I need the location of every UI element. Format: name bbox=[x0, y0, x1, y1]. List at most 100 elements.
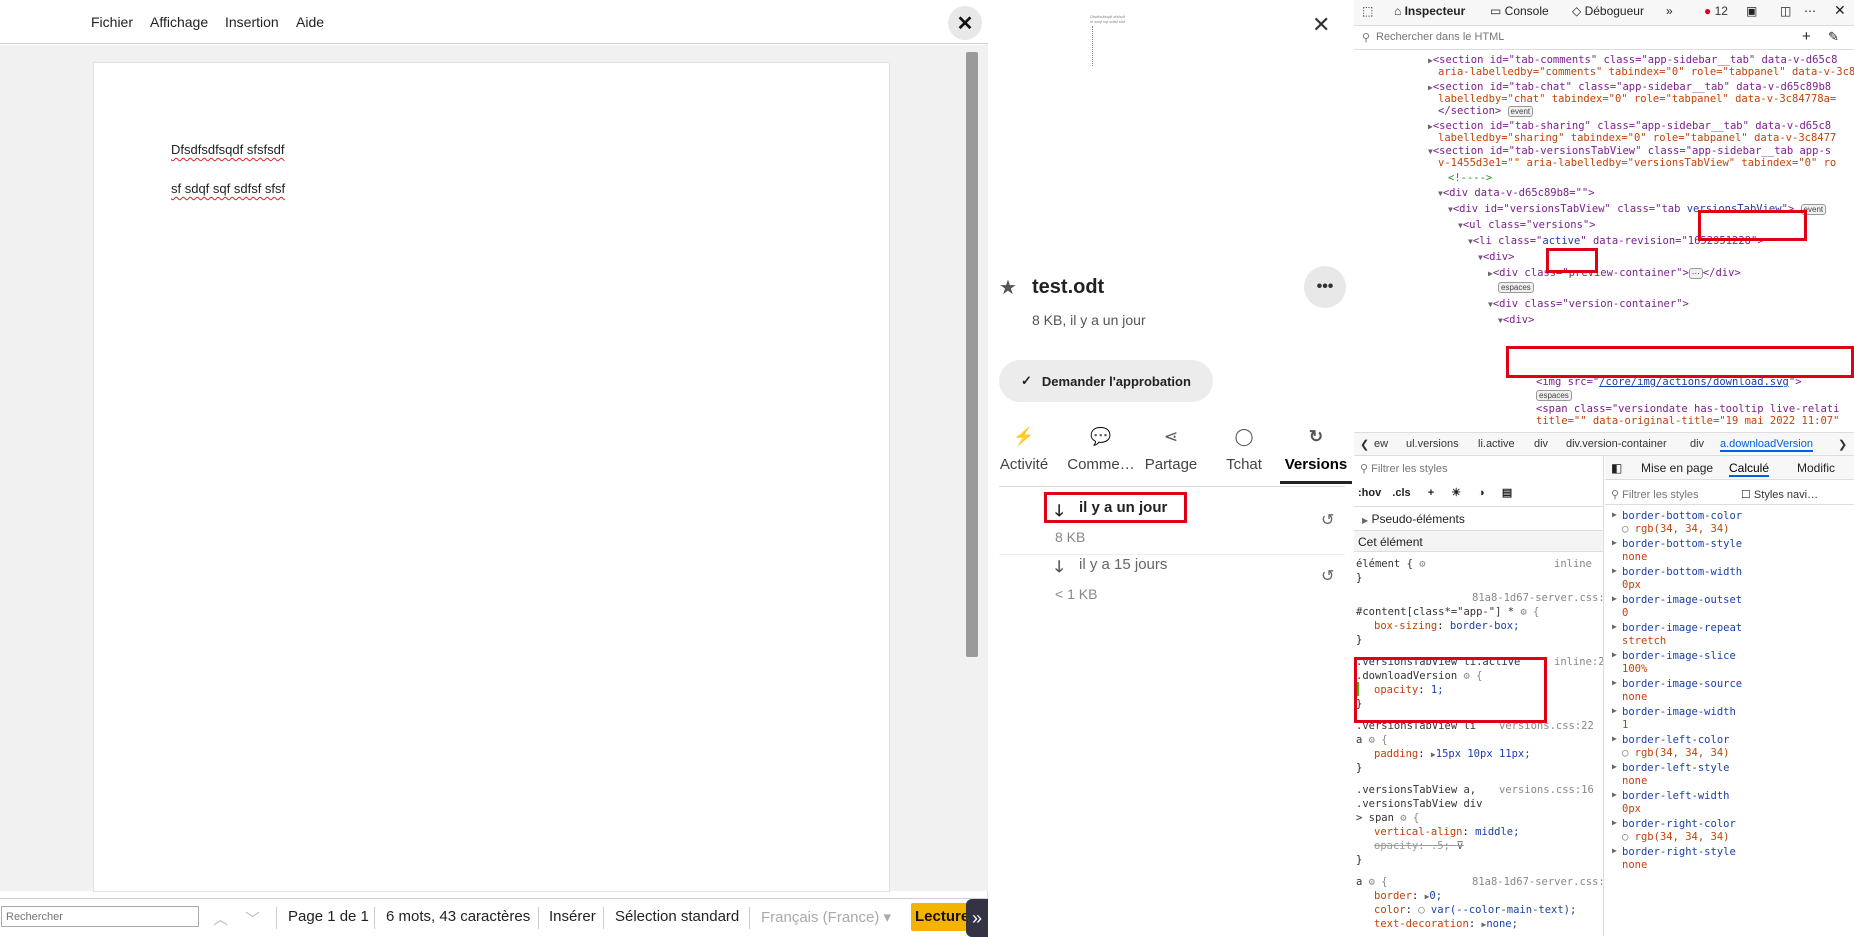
more-tabs-icon[interactable]: » bbox=[1666, 4, 1673, 18]
close-document-button[interactable]: ✕ bbox=[948, 6, 982, 40]
insert-mode[interactable]: Insérer bbox=[549, 908, 596, 925]
document-scrollbar[interactable] bbox=[966, 52, 978, 657]
css-value[interactable]: none; bbox=[1486, 918, 1518, 930]
browser-styles-checkbox[interactable]: ☐ Styles navi… bbox=[1741, 488, 1818, 501]
node-line[interactable]: </section> bbox=[1438, 105, 1501, 117]
node-line[interactable]: title="" data-original-title="19 mai 202… bbox=[1536, 415, 1839, 427]
node-line[interactable]: <div data-v-d65c89b8=""> bbox=[1443, 187, 1595, 199]
hover-toggle[interactable]: :hov bbox=[1358, 487, 1381, 499]
css-value[interactable]: 1; bbox=[1431, 684, 1444, 696]
picker-icon[interactable]: ⬚ bbox=[1362, 4, 1373, 18]
breadcrumb-item[interactable]: li.active bbox=[1478, 438, 1515, 450]
menu-insert[interactable]: Insertion bbox=[225, 14, 279, 30]
tab-console[interactable]: ▭ Console bbox=[1490, 4, 1549, 18]
computed-property[interactable]: ▶ border-bottom-color bbox=[1612, 510, 1742, 522]
node-link[interactable]: /core/img/actions/download.svg bbox=[1599, 376, 1789, 388]
css-property[interactable]: color bbox=[1374, 904, 1406, 916]
computed-property[interactable]: ▶ border-image-width bbox=[1612, 706, 1736, 718]
rule-source[interactable]: 81a8-1d67-server.css:1 bbox=[1472, 592, 1603, 604]
breadcrumb-item[interactable]: div bbox=[1690, 438, 1704, 450]
css-value[interactable]: 0; bbox=[1429, 890, 1442, 902]
computed-filter-input[interactable]: ⚲ Filtrer les styles bbox=[1611, 488, 1699, 501]
computed-property[interactable]: ▶ border-left-color bbox=[1612, 734, 1729, 746]
rule-selector[interactable]: .downloadVersion bbox=[1356, 670, 1463, 682]
version-date[interactable]: il y a un jour bbox=[1079, 499, 1167, 516]
rule-source[interactable]: 81a8-1d67-server.css:1 bbox=[1472, 876, 1603, 888]
computed-property[interactable]: ▶ border-image-repeat bbox=[1612, 622, 1742, 634]
css-property[interactable]: vertical-align bbox=[1374, 826, 1463, 838]
tab-changes[interactable]: Modific bbox=[1797, 461, 1835, 475]
breadcrumb-forward-icon[interactable]: ❯ bbox=[1838, 438, 1847, 451]
rule-selector[interactable]: .versionsTabView div bbox=[1356, 798, 1482, 810]
request-approval-button[interactable]: ✓ Demander l'approbation bbox=[999, 360, 1213, 402]
css-value[interactable]: border-box; bbox=[1450, 620, 1520, 632]
menu-help[interactable]: Aide bbox=[296, 14, 324, 30]
whitespace-badge[interactable]: espaces bbox=[1498, 282, 1534, 293]
selection-mode[interactable]: Sélection standard bbox=[615, 908, 739, 925]
node-line[interactable]: <div class="version-container"> bbox=[1493, 298, 1689, 310]
menu-file[interactable]: Fichier bbox=[91, 14, 133, 30]
node-line[interactable]: v-1455d3e1="" aria-labelledby="versionsT… bbox=[1438, 157, 1836, 169]
class-value[interactable]: active bbox=[1542, 235, 1580, 247]
css-property[interactable]: opacity bbox=[1374, 684, 1418, 696]
selected-node[interactable]: download="test.odt"> bbox=[1518, 361, 1644, 373]
node-line[interactable]: <li class=" bbox=[1473, 235, 1543, 247]
error-count-badge[interactable]: ● 12 bbox=[1704, 4, 1728, 18]
tab-sharing[interactable]: ⋖ Partage bbox=[1134, 424, 1208, 484]
node-line[interactable]: <div> bbox=[1483, 251, 1515, 263]
html-search-input[interactable]: Rechercher dans le HTML bbox=[1376, 31, 1504, 43]
css-property[interactable]: border bbox=[1374, 890, 1412, 902]
breadcrumb-item[interactable]: div bbox=[1534, 438, 1548, 450]
comment-node[interactable]: <!----> bbox=[1448, 172, 1492, 184]
node-line[interactable]: <div class="preview-container"> bbox=[1493, 267, 1689, 279]
computed-property[interactable]: ▶ border-image-slice bbox=[1612, 650, 1736, 662]
breadcrumb-item-active[interactable]: a.downloadVersion bbox=[1720, 438, 1813, 452]
filter-icon[interactable]: ⊽ bbox=[1456, 840, 1464, 852]
tab-debugger[interactable]: ◇ Débogueur bbox=[1572, 4, 1644, 18]
close-devtools-icon[interactable]: ✕ bbox=[1834, 2, 1846, 19]
html-tree[interactable]: ▶<section id="tab-comments" class="app-s… bbox=[1354, 50, 1854, 432]
node-line[interactable]: <div> bbox=[1503, 314, 1535, 326]
more-actions-button[interactable]: ••• bbox=[1304, 266, 1346, 308]
node-line[interactable]: <div id="versionsTabView" class="tab bbox=[1453, 203, 1687, 215]
node-line[interactable]: <img src=" bbox=[1536, 376, 1599, 388]
node-link[interactable]: /remote.php/dav/v bbox=[1721, 349, 1828, 361]
search-next-icon[interactable]: ﹀ bbox=[245, 908, 260, 929]
rule-source[interactable]: inline:2 bbox=[1554, 656, 1603, 668]
add-rule-icon[interactable]: + bbox=[1428, 487, 1434, 499]
tab-chat[interactable]: ◯ Tchat bbox=[1207, 424, 1281, 484]
rule-selector[interactable]: #content[class*="app-"] * bbox=[1356, 606, 1520, 618]
node-line[interactable]: aria-labelledby="comments" tabindex="0" … bbox=[1438, 66, 1854, 78]
rule-selector[interactable]: a bbox=[1356, 876, 1369, 888]
rule-selector[interactable]: .versionsTabView a, bbox=[1356, 784, 1476, 796]
dark-theme-icon[interactable]: ◑ bbox=[1478, 487, 1485, 499]
breadcrumb-item[interactable]: div.version-container bbox=[1566, 438, 1667, 450]
tab-inspector[interactable]: ⌂ Inspecteur bbox=[1394, 4, 1465, 18]
rule-selector[interactable]: .versionsTabView li bbox=[1356, 720, 1476, 732]
search-input[interactable] bbox=[1, 906, 199, 927]
css-property-overridden[interactable]: opacity bbox=[1374, 840, 1418, 852]
computed-property[interactable]: ▶ border-image-outset bbox=[1612, 594, 1742, 606]
version-date[interactable]: il y a 15 jours bbox=[1079, 556, 1167, 573]
css-value[interactable]: 15px 10px 11px; bbox=[1436, 748, 1531, 760]
pseudo-elements-toggle[interactable]: ▶ Pseudo-éléments bbox=[1362, 512, 1465, 526]
sidebar-close-icon[interactable]: ✕ bbox=[1312, 12, 1330, 38]
add-node-icon[interactable]: + bbox=[1802, 28, 1811, 45]
options-icon[interactable]: ⋯ bbox=[1804, 4, 1816, 18]
rule-selector[interactable]: a bbox=[1356, 734, 1369, 746]
computed-property[interactable]: ▶ border-right-style bbox=[1612, 846, 1736, 858]
document-text-line[interactable]: sf sdqf sqf sdfsf sfsf bbox=[171, 181, 285, 196]
node-line[interactable]: labelledby="chat" tabindex="0" role="tab… bbox=[1438, 93, 1836, 105]
rules-filter-input[interactable]: ⚲ Filtrer les styles bbox=[1360, 462, 1448, 475]
node-line[interactable]: <section id="tab-sharing" class="app-sid… bbox=[1433, 120, 1831, 132]
tab-computed[interactable]: Calculé bbox=[1729, 461, 1770, 477]
class-toggle[interactable]: .cls bbox=[1392, 487, 1410, 499]
rule-source[interactable]: versions.css:22 bbox=[1499, 720, 1594, 732]
css-value[interactable]: var(--color-main-text); bbox=[1431, 904, 1576, 916]
selected-node[interactable]: <a class="downloadVersion" href=" bbox=[1513, 349, 1722, 361]
sidebar-toggle-icon[interactable]: ◧ bbox=[1611, 461, 1622, 475]
event-badge[interactable]: event bbox=[1800, 204, 1827, 215]
tab-activity[interactable]: ⚡ Activité bbox=[987, 424, 1061, 484]
event-badge[interactable]: event bbox=[1507, 106, 1534, 117]
node-line[interactable]: <section id="tab-versionsTabView" class=… bbox=[1433, 145, 1831, 157]
